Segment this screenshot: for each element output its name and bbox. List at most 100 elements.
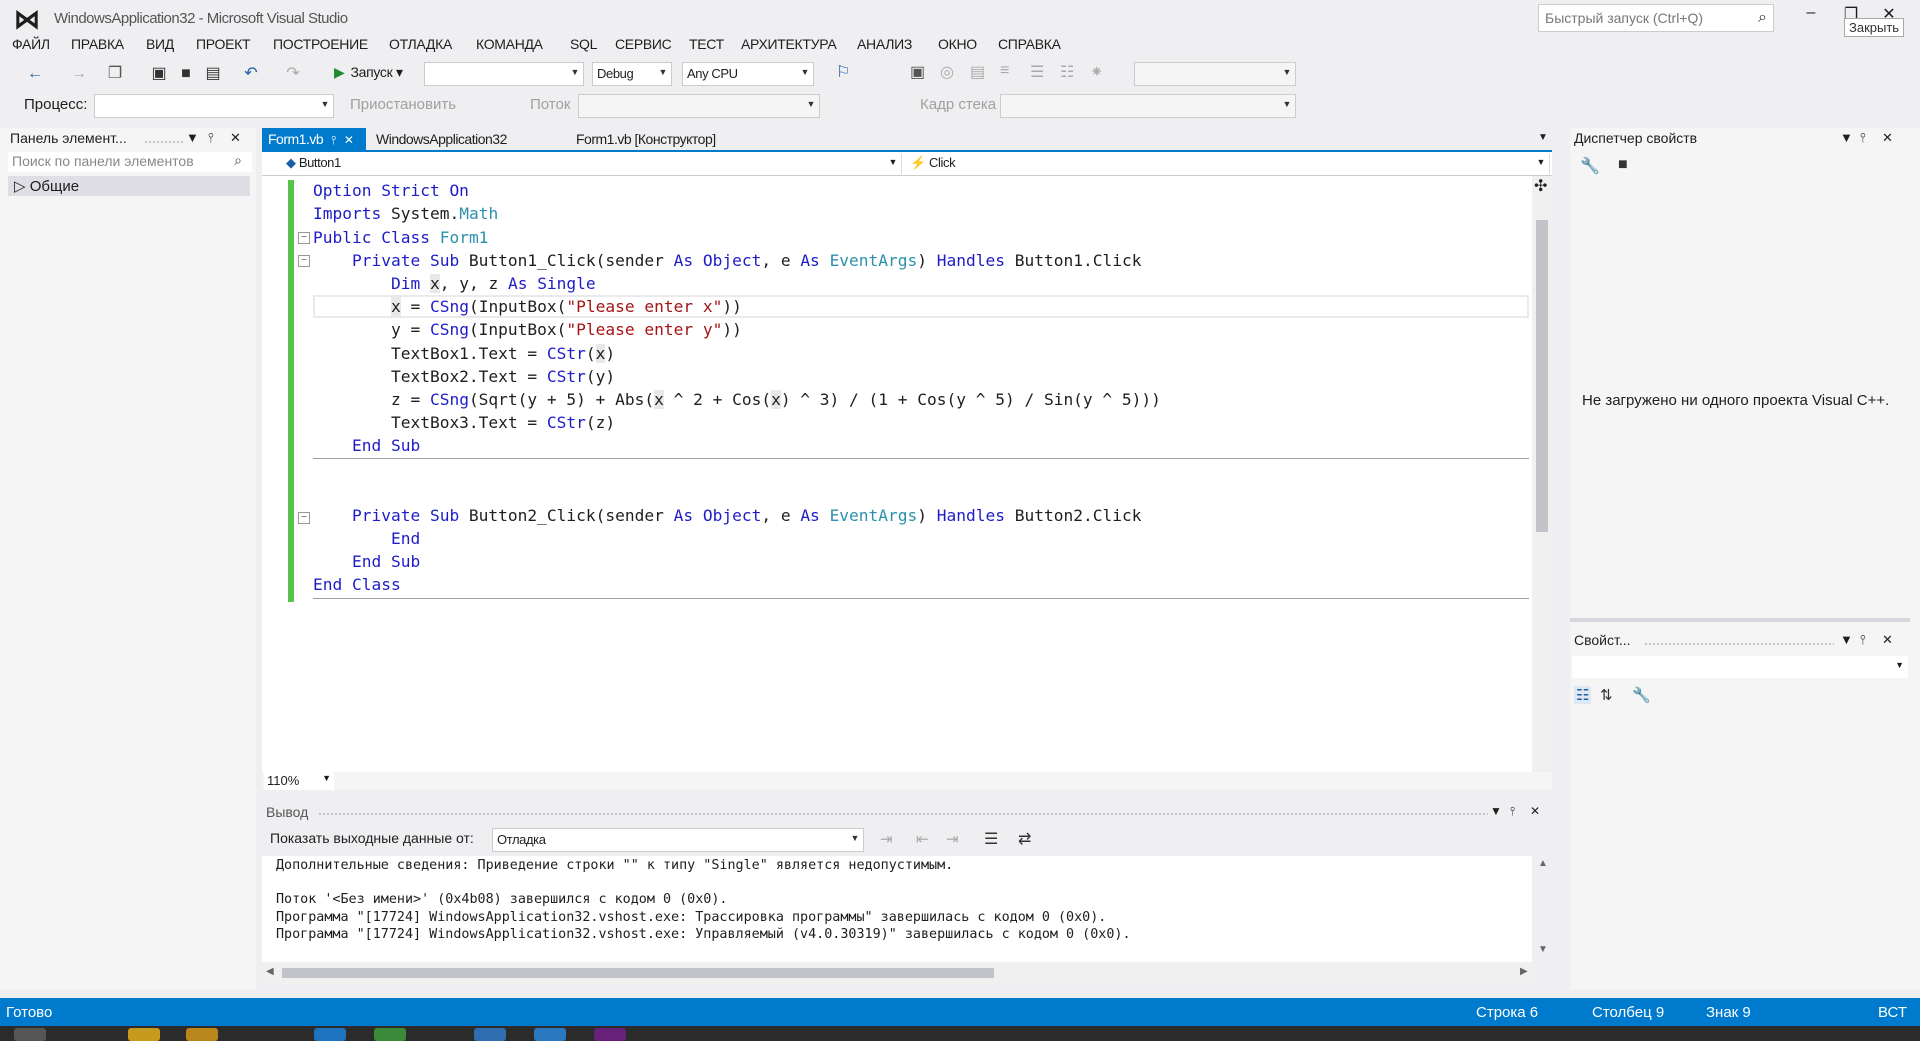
menu-help[interactable]: СПРАВКА: [998, 36, 1061, 52]
save-icon[interactable]: ■: [1618, 156, 1628, 174]
minimize-button[interactable]: –: [1796, 4, 1826, 28]
dropdown-icon[interactable]: ▼: [186, 130, 199, 145]
properties-object-combo[interactable]: ▼: [1572, 656, 1908, 678]
redo-icon[interactable]: ↷: [282, 63, 304, 85]
stack-frame-combo[interactable]: ▼: [1000, 94, 1296, 118]
clear-all-icon[interactable]: ☰: [984, 829, 998, 849]
dropdown-icon[interactable]: ▼: [1840, 632, 1853, 647]
thread-combo[interactable]: ▼: [578, 94, 820, 118]
toolbox-group-general[interactable]: ▷ Общие: [8, 176, 250, 196]
process-combo[interactable]: ▼: [94, 94, 334, 118]
breakpoint-icon[interactable]: ◎: [940, 62, 954, 82]
run-button[interactable]: ▶ Запуск ▾: [334, 64, 403, 88]
step-icon[interactable]: ▤: [970, 62, 985, 82]
menu-team[interactable]: КОМАНДА: [476, 36, 543, 52]
wrench-icon[interactable]: 🔧: [1580, 156, 1600, 176]
collapse-class-icon[interactable]: −: [298, 232, 310, 244]
toolbar-extra-combo[interactable]: ▼: [1134, 62, 1296, 86]
search-icon[interactable]: ⌕: [1758, 9, 1767, 27]
open-file-icon[interactable]: ▣: [148, 63, 170, 85]
back-icon[interactable]: ←: [24, 63, 46, 85]
configuration-combo[interactable]: Debug ▼: [592, 62, 672, 86]
menu-view[interactable]: ВИД: [146, 36, 174, 52]
output-horizontal-scrollbar[interactable]: ◀ ▶: [262, 962, 1532, 984]
previous-message-icon[interactable]: ⇤: [916, 830, 929, 848]
pin-icon[interactable]: ⫯: [1860, 130, 1866, 146]
save-icon[interactable]: ■: [175, 63, 197, 85]
alphabetical-icon[interactable]: ⇅: [1600, 686, 1613, 704]
bookmark-icon[interactable]: ☷: [1060, 62, 1074, 82]
menu-analyze[interactable]: АНАЛИЗ: [857, 36, 912, 52]
close-icon[interactable]: ✕: [344, 133, 354, 147]
suspend-label[interactable]: Приостановить: [350, 96, 456, 113]
object-combo[interactable]: ◆ Button1 ▼: [282, 154, 902, 174]
start-icon[interactable]: [14, 1028, 46, 1041]
pin-icon[interactable]: ⫯: [1510, 804, 1515, 819]
dropdown-icon[interactable]: ▼: [1490, 804, 1502, 818]
taskbar-app-icon[interactable]: [374, 1028, 406, 1041]
menu-tools[interactable]: СЕРВИС: [615, 36, 672, 52]
search-icon[interactable]: ⌕: [234, 152, 242, 169]
platform-combo[interactable]: Any CPU ▼: [682, 62, 814, 86]
pin-icon[interactable]: ⫯: [208, 130, 214, 146]
new-project-icon[interactable]: ❐: [104, 63, 126, 85]
panel-splitter[interactable]: [1570, 618, 1910, 622]
menu-build[interactable]: ПОСТРОЕНИЕ: [273, 36, 368, 52]
scroll-down-icon[interactable]: ▼: [1538, 944, 1548, 955]
zoom-combo[interactable]: 110% ▼: [264, 772, 334, 790]
comment-icon[interactable]: ≡: [1000, 62, 1009, 80]
menu-architecture[interactable]: АРХИТЕКТУРА: [741, 36, 837, 52]
scrollbar-thumb[interactable]: [282, 968, 994, 978]
scroll-right-icon[interactable]: ▶: [1520, 966, 1528, 977]
pin-icon[interactable]: ⫯: [1860, 632, 1866, 648]
collapse-sub-icon[interactable]: −: [298, 255, 310, 267]
split-icon[interactable]: ✣: [1534, 176, 1547, 196]
startup-item-combo[interactable]: ▼: [424, 62, 584, 86]
close-icon[interactable]: ✕: [230, 130, 241, 146]
pin-icon[interactable]: ⫯: [331, 133, 336, 147]
taskbar-folder-icon[interactable]: [186, 1028, 218, 1041]
menu-project[interactable]: ПРОЕКТ: [196, 36, 251, 52]
toolbox-search-input[interactable]: Поиск по панели элементов ⌕: [8, 152, 252, 172]
word-wrap-icon[interactable]: ⇄: [1018, 829, 1031, 849]
dropdown-icon[interactable]: ▼: [1840, 130, 1853, 145]
save-all-icon[interactable]: ▤: [202, 63, 224, 85]
menu-edit[interactable]: ПРАВКА: [71, 36, 124, 52]
output-source-combo[interactable]: Отладка ▼: [492, 828, 864, 852]
format-icon[interactable]: ⁕: [1090, 62, 1103, 82]
tab-form1-vb[interactable]: Form1.vb ⫯ ✕: [262, 128, 366, 150]
taskbar-visual-studio-icon[interactable]: [594, 1028, 626, 1041]
close-icon[interactable]: ✕: [1530, 804, 1540, 818]
menu-sql[interactable]: SQL: [570, 36, 597, 52]
close-icon[interactable]: ✕: [1882, 632, 1893, 648]
expand-arrow-icon[interactable]: ▷: [14, 178, 26, 195]
scrollbar-thumb[interactable]: [1536, 220, 1548, 532]
tab-form1-designer[interactable]: Form1.vb [Конструктор]: [570, 128, 770, 150]
menu-file[interactable]: ФАЙЛ: [12, 36, 50, 52]
taskbar-app-icon[interactable]: [128, 1028, 160, 1041]
close-icon[interactable]: ✕: [1882, 130, 1893, 146]
undo-icon[interactable]: ↶: [240, 63, 262, 85]
uncomment-icon[interactable]: ☰: [1030, 62, 1044, 82]
quick-launch-input[interactable]: Быстрый запуск (Ctrl+Q) ⌕: [1538, 4, 1774, 32]
editor-vertical-scrollbar[interactable]: ✣: [1532, 176, 1552, 772]
collapse-sub-icon[interactable]: −: [298, 512, 310, 524]
taskbar-app-icon[interactable]: [534, 1028, 566, 1041]
tab-windows-application[interactable]: WindowsApplication32: [370, 128, 560, 150]
menu-window[interactable]: ОКНО: [938, 36, 977, 52]
scroll-up-icon[interactable]: ▲: [1538, 858, 1548, 869]
taskbar-app-icon[interactable]: [314, 1028, 346, 1041]
screenshot-icon[interactable]: ▣: [910, 62, 925, 82]
output-text-area[interactable]: Дополнительные сведения: Приведение стро…: [262, 856, 1548, 968]
categorized-icon[interactable]: ☷: [1574, 686, 1592, 704]
taskbar-app-icon[interactable]: [474, 1028, 506, 1041]
next-message-icon[interactable]: ⇥: [946, 830, 959, 848]
scroll-left-icon[interactable]: ◀: [266, 966, 274, 977]
forward-icon[interactable]: →: [68, 63, 90, 85]
menu-debug[interactable]: ОТЛАДКА: [389, 36, 452, 52]
event-combo[interactable]: ⚡ Click ▼: [906, 154, 1550, 174]
find-icon[interactable]: ⚐: [836, 62, 850, 82]
property-pages-icon[interactable]: 🔧: [1632, 686, 1651, 704]
go-to-line-icon[interactable]: ⇥: [880, 830, 893, 848]
menu-test[interactable]: ТЕСТ: [689, 36, 724, 52]
